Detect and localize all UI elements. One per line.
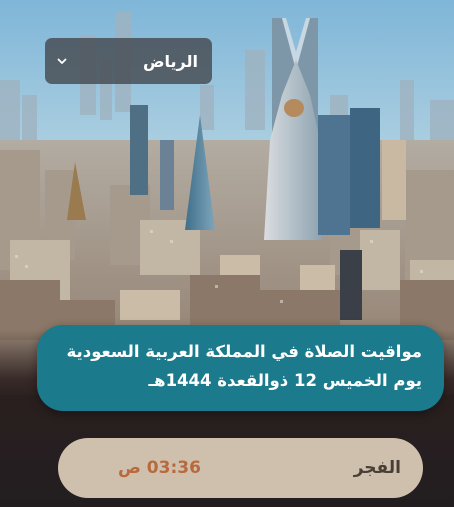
- city-dropdown[interactable]: الرياض: [45, 38, 212, 84]
- city-dropdown-value: الرياض: [143, 51, 198, 71]
- banner-date: يوم الخميس 12 ذوالقعدة 1444هـ: [148, 371, 422, 390]
- prayer-row-fajr: 03:36 ص الفجر: [58, 438, 423, 498]
- prayer-time: 03:36 ص: [118, 458, 201, 478]
- date-banner: مواقيت الصلاة في المملكة العربية السعودي…: [37, 325, 444, 411]
- prayer-times-screen: الرياض مواقيت الصلاة في المملكة العربية …: [0, 0, 454, 507]
- chevron-down-icon: [55, 54, 69, 68]
- banner-title: مواقيت الصلاة في المملكة العربية السعودي…: [66, 342, 422, 361]
- prayer-name: الفجر: [353, 458, 401, 478]
